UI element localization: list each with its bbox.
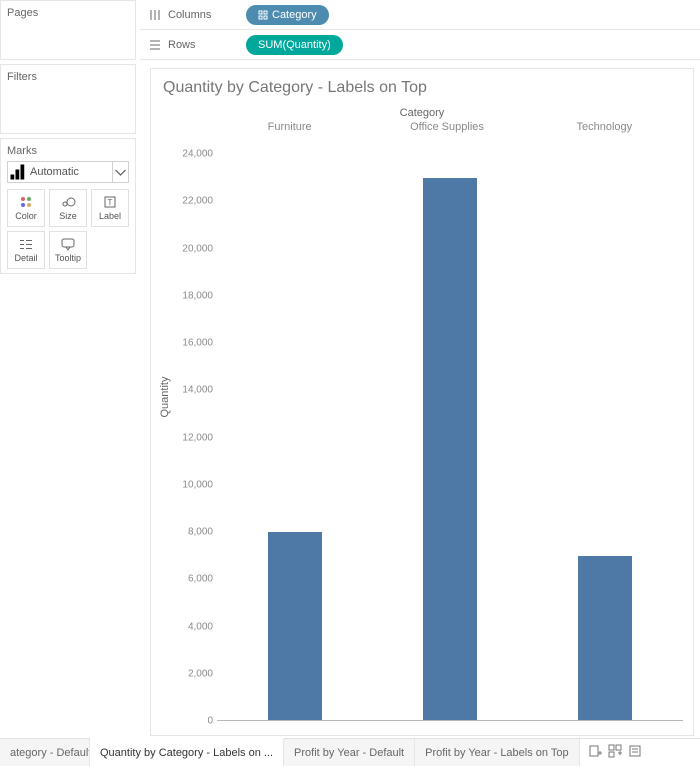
chevron-down-icon — [112, 162, 128, 182]
y-tick: 6,000 — [188, 574, 213, 585]
size-icon — [60, 195, 76, 209]
columns-icon — [148, 8, 162, 22]
dimension-icon — [258, 10, 268, 20]
new-worksheet-icon[interactable] — [588, 744, 602, 761]
y-tick: 24,000 — [182, 149, 213, 160]
y-tick: 2,000 — [188, 668, 213, 679]
automatic-icon — [8, 162, 28, 182]
marks-type-label: Automatic — [28, 166, 112, 178]
rows-shelf[interactable]: Rows SUM(Quantity) — [140, 30, 700, 60]
bar-furniture[interactable] — [268, 532, 322, 721]
cat-label-0: Furniture — [211, 121, 368, 133]
y-tick: 20,000 — [182, 243, 213, 254]
filters-title: Filters — [7, 69, 129, 87]
size-label: Size — [59, 211, 77, 221]
color-icon — [18, 195, 34, 209]
y-tick: 0 — [207, 716, 213, 727]
tooltip-label: Tooltip — [55, 253, 81, 263]
y-tick: 16,000 — [182, 338, 213, 349]
label-button[interactable]: T Label — [91, 189, 129, 227]
tab-label: Profit by Year - Default — [294, 747, 404, 759]
cat-label-2: Technology — [526, 121, 683, 133]
color-button[interactable]: Color — [7, 189, 45, 227]
filters-shelf[interactable]: Filters — [0, 64, 136, 134]
tab-profit-default[interactable]: Profit by Year - Default — [284, 739, 415, 766]
y-tick: 14,000 — [182, 385, 213, 396]
chart-title: Quantity by Category - Labels on Top — [151, 69, 693, 97]
label-icon: T — [102, 195, 118, 209]
baseline — [217, 720, 683, 721]
tab-prev-cut[interactable]: ategory - Default — [0, 739, 90, 766]
y-axis-title: Quantity — [159, 376, 171, 417]
tab-quantity-labels-top[interactable]: Quantity by Category - Labels on ... — [90, 738, 284, 766]
category-header-row: Furniture Office Supplies Technology — [151, 119, 693, 133]
y-axis: 02,0004,0006,0008,00010,00012,00014,0001… — [171, 154, 215, 721]
y-tick: 10,000 — [182, 479, 213, 490]
size-button[interactable]: Size — [49, 189, 87, 227]
marks-card: Marks Automatic Color Size — [0, 138, 136, 274]
y-tick: 18,000 — [182, 290, 213, 301]
rows-icon — [148, 38, 162, 52]
new-dashboard-icon[interactable] — [608, 744, 622, 761]
pages-shelf[interactable]: Pages — [0, 0, 136, 60]
columns-pill-category[interactable]: Category — [246, 5, 329, 25]
tab-profit-labels-top[interactable]: Profit by Year - Labels on Top — [415, 739, 580, 766]
svg-text:T: T — [108, 198, 113, 207]
columns-label: Columns — [168, 9, 211, 21]
chart-field-header: Category — [151, 107, 693, 119]
detail-button[interactable]: Detail — [7, 231, 45, 269]
tooltip-icon — [60, 237, 76, 251]
rows-pill-quantity[interactable]: SUM(Quantity) — [246, 35, 343, 55]
tab-label: Profit by Year - Labels on Top — [425, 747, 569, 759]
y-tick: 22,000 — [182, 196, 213, 207]
bar-technology[interactable] — [578, 556, 632, 721]
tooltip-button[interactable]: Tooltip — [49, 231, 87, 269]
marks-title: Marks — [7, 143, 129, 161]
new-story-icon[interactable] — [628, 744, 642, 761]
tab-label: ategory - Default — [10, 747, 90, 759]
y-tick: 12,000 — [182, 432, 213, 443]
color-label: Color — [15, 211, 37, 221]
bar-office-supplies[interactable] — [423, 178, 477, 721]
chart-view: Quantity by Category - Labels on Top Cat… — [150, 68, 694, 736]
plot-area — [217, 154, 683, 721]
columns-pill-label: Category — [272, 9, 317, 21]
sheet-tabs: ategory - Default Quantity by Category -… — [0, 738, 700, 766]
detail-icon — [18, 237, 34, 251]
pages-title: Pages — [7, 5, 129, 23]
y-tick: 4,000 — [188, 621, 213, 632]
detail-label: Detail — [14, 253, 37, 263]
columns-shelf[interactable]: Columns Category — [140, 0, 700, 30]
y-tick: 8,000 — [188, 527, 213, 538]
label-label: Label — [99, 211, 121, 221]
tab-label: Quantity by Category - Labels on ... — [100, 747, 273, 759]
cat-label-1: Office Supplies — [368, 121, 525, 133]
marks-type-select[interactable]: Automatic — [7, 161, 129, 183]
rows-label: Rows — [168, 39, 196, 51]
rows-pill-label: SUM(Quantity) — [258, 39, 331, 51]
